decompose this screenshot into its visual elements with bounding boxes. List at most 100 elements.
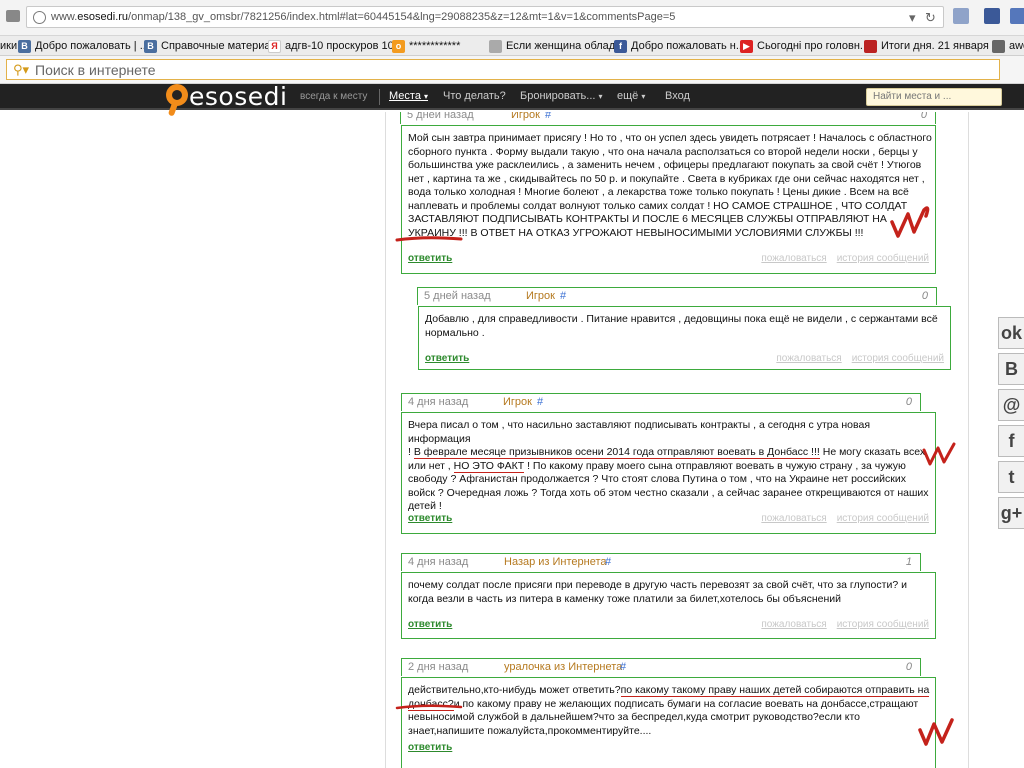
site-nav: esosedi всегда к месту Места ▾ Что делат… bbox=[0, 82, 1024, 117]
history-link[interactable]: история сообщений bbox=[852, 353, 944, 364]
comment-header: 5 дней назад Игрок # 0 bbox=[400, 112, 936, 124]
url-box[interactable]: www.esosedi.ru/onmap/138_gv_omsbr/782125… bbox=[26, 6, 944, 28]
nav-places[interactable]: Места ▾ bbox=[389, 90, 428, 102]
comment-text-segment: знает,напишите пожалуйста,прокомментируй… bbox=[408, 724, 652, 737]
comment-text-segment: или нет , bbox=[408, 459, 454, 472]
comment-text-segment: свободу ? Афганистан продолжается ? Что … bbox=[408, 473, 906, 485]
comment-line: детей ! bbox=[408, 500, 935, 514]
bookmark-item[interactable]: ▶ Сьогодні про головн... bbox=[740, 38, 869, 54]
bookmark-item[interactable]: awo bbox=[992, 38, 1024, 54]
history-link[interactable]: история сообщений bbox=[837, 619, 929, 630]
url-text[interactable]: www.esosedi.ru/onmap/138_gv_omsbr/782125… bbox=[51, 11, 675, 23]
bookmark-item[interactable]: Яадгв-10 проскуров 10 ... bbox=[268, 38, 406, 54]
comment-line: Вчера писал о том , что насильно заставл… bbox=[408, 419, 935, 446]
bookmark-item[interactable]: B Добро пожаловать | ... bbox=[18, 38, 149, 54]
comment-text-segment: Мой сын завтра принимает присягу ! Но то… bbox=[408, 132, 932, 144]
column-border bbox=[968, 112, 969, 768]
comment-line: наплевать и проблемы солдат волнуют толь… bbox=[408, 200, 932, 214]
comment-text-segment: и по какому праву не желающих подписать … bbox=[453, 697, 919, 710]
odnoklassniki-icon: о bbox=[392, 39, 405, 53]
nav-login[interactable]: Вход bbox=[665, 90, 690, 102]
news-icon bbox=[864, 39, 877, 53]
share-bar: ok B @ f t g+ bbox=[998, 317, 1024, 533]
comment-author[interactable]: Назар из Интернета bbox=[504, 556, 607, 568]
complain-link[interactable]: пожаловаться bbox=[761, 253, 826, 264]
comment-text-segment: ! bbox=[408, 446, 414, 458]
twitter-icon[interactable]: t bbox=[998, 461, 1024, 493]
comment-score: 0 bbox=[905, 661, 912, 673]
complain-link[interactable]: пожаловаться bbox=[761, 619, 826, 630]
comment-author[interactable]: Игрок bbox=[503, 396, 532, 408]
bookmark-item[interactable]: Итоги дня. 21 января |... bbox=[864, 38, 1004, 54]
facebook-icon[interactable]: f bbox=[998, 425, 1024, 457]
comment-permalink[interactable]: # bbox=[605, 556, 611, 568]
generic-icon bbox=[992, 39, 1005, 53]
bookmark-item[interactable]: B Справочные материа... bbox=[144, 38, 280, 54]
comment-permalink[interactable]: # bbox=[560, 290, 566, 302]
comment-text-segment: нет , картина та же , скидывайтесь по 50… bbox=[408, 172, 925, 185]
comment-line: ЗАСТАВЛЯЮТ ПОДПИСЫВАТЬ КОНТРАКТЫ И ПОСЛЕ… bbox=[408, 213, 932, 227]
comment-permalink[interactable]: # bbox=[545, 112, 551, 121]
facebook-icon[interactable] bbox=[984, 8, 1000, 24]
search-input[interactable]: ⚲▾ Поиск в интернете bbox=[6, 59, 1000, 80]
dropdown-icon[interactable]: ▾ bbox=[909, 10, 916, 26]
comment-text-segment: ! По какому праву моего сына отправляют … bbox=[524, 459, 906, 472]
logo[interactable]: esosedi bbox=[189, 82, 287, 111]
nav-more[interactable]: ещё ▾ bbox=[617, 90, 645, 102]
reload-icon[interactable]: ↻ bbox=[925, 10, 936, 26]
comment-score: 1 bbox=[905, 556, 912, 568]
comment-permalink[interactable]: # bbox=[620, 661, 626, 673]
nav-what-to-do[interactable]: Что делать? bbox=[443, 90, 506, 102]
comment-text: действительно,кто-нибудь может ответить?… bbox=[408, 684, 930, 738]
nav-booking[interactable]: Бронировать... ▾ bbox=[520, 90, 603, 102]
comment-text-segment: сборного пункта . Форму выдали такую , ч… bbox=[408, 145, 918, 158]
extension-icon[interactable] bbox=[953, 8, 969, 24]
red-underline-mark bbox=[395, 236, 463, 242]
reply-link[interactable]: ответить bbox=[408, 513, 452, 524]
comment-score: 0 bbox=[920, 112, 927, 121]
bookmark-item[interactable]: о ************ bbox=[392, 38, 460, 54]
comment-author[interactable]: уралочка из Интернета bbox=[504, 661, 622, 673]
site-search-input[interactable]: Найти места и ... bbox=[866, 88, 1002, 106]
comment-score: 0 bbox=[921, 290, 928, 302]
reply-link[interactable]: ответить bbox=[425, 353, 469, 364]
bookmark-item[interactable]: f Добро пожаловать н... bbox=[614, 38, 745, 54]
comment-line: ! В феврале месяце призывников осени 201… bbox=[408, 446, 935, 460]
comment-permalink[interactable]: # bbox=[537, 396, 543, 408]
vk-icon[interactable]: B bbox=[998, 353, 1024, 385]
red-check-mark bbox=[922, 442, 956, 466]
comment-line: УКРАИНУ !!! В ОТВЕТ НА ОТКАЗ УГРОЖАЮТ НЕ… bbox=[408, 227, 932, 241]
comment-line: сборного пункта . Форму выдали такую , ч… bbox=[408, 146, 932, 160]
comment-body: действительно,кто-нибудь может ответить?… bbox=[401, 677, 936, 768]
red-check-mark bbox=[890, 206, 930, 238]
comment-author[interactable]: Игрок bbox=[526, 290, 555, 302]
underlined-text: В феврале месяце призывников осени 2014 … bbox=[413, 446, 820, 459]
history-link[interactable]: история сообщений bbox=[837, 253, 929, 264]
chevron-down-icon: ▾ bbox=[598, 92, 603, 101]
comment-text-segment: невыносимой службой в дальнейшем?что за … bbox=[408, 711, 861, 723]
comment-author[interactable]: Игрок bbox=[511, 112, 540, 121]
reply-link[interactable]: ответить bbox=[408, 742, 452, 753]
column-border bbox=[385, 112, 386, 768]
comment-line: вода только холодная ! Многие болеют , а… bbox=[408, 186, 932, 200]
search-placeholder: Поиск в интернете bbox=[35, 62, 156, 78]
comments-area: 5 дней назад Игрок # 0 Мой сын завтра пр… bbox=[0, 112, 1024, 768]
comment-text-segment: нормально . bbox=[425, 326, 485, 339]
comment-date: 2 дня назад bbox=[408, 661, 469, 673]
comment-actions: пожаловаться история сообщений bbox=[761, 513, 929, 524]
extension-icon[interactable] bbox=[1010, 8, 1024, 24]
odnoklassniki-icon[interactable]: ok bbox=[998, 317, 1024, 349]
history-link[interactable]: история сообщений bbox=[837, 513, 929, 524]
complain-link[interactable]: пожаловаться bbox=[761, 513, 826, 524]
complain-link[interactable]: пожаловаться bbox=[776, 353, 841, 364]
comment-text-segment: почему солдат после присяги при переводе… bbox=[408, 579, 907, 591]
reply-link[interactable]: ответить bbox=[408, 619, 452, 630]
comment-text: почему солдат после присяги при переводе… bbox=[408, 579, 907, 606]
bookmark-item[interactable]: Если женщина облад... bbox=[489, 38, 624, 54]
reply-link[interactable]: ответить bbox=[408, 253, 452, 264]
mail-icon[interactable]: @ bbox=[998, 389, 1024, 421]
bookmark-item[interactable]: ики bbox=[0, 38, 17, 54]
google-plus-icon[interactable]: g+ bbox=[998, 497, 1024, 529]
comment-line: когда везли в часть из питера в каменку … bbox=[408, 593, 907, 607]
comment-date: 5 дней назад bbox=[407, 112, 474, 121]
